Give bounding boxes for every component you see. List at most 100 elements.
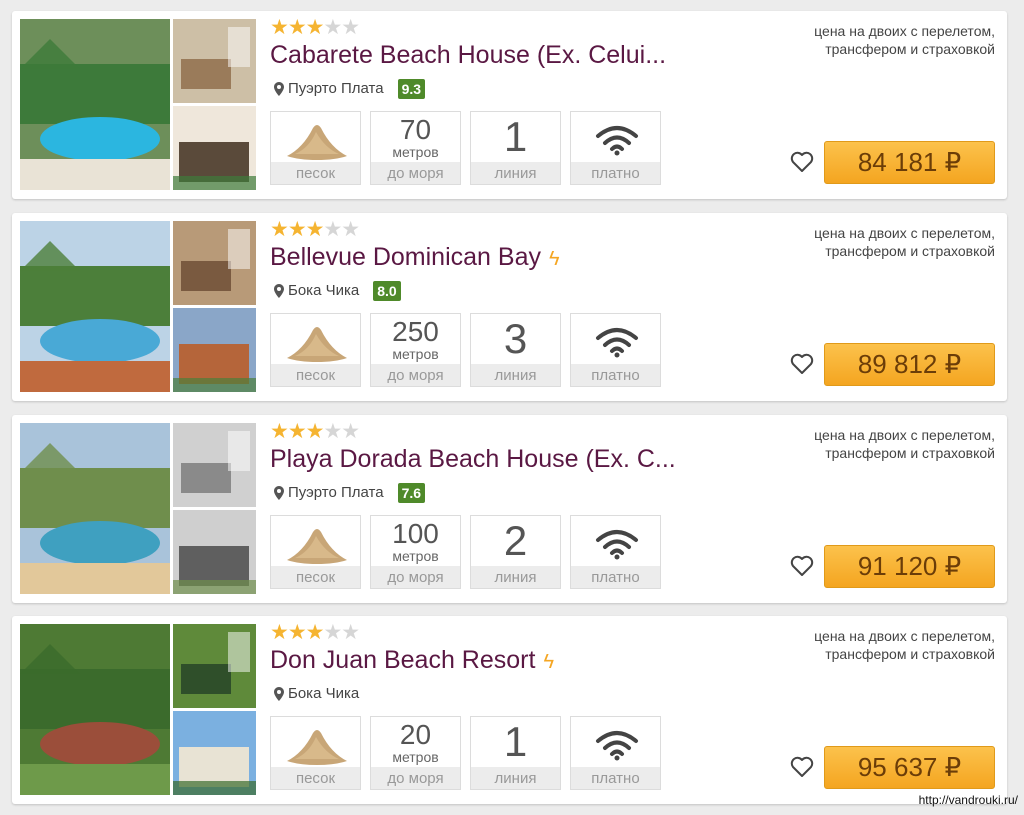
star-rating: ★★★★★ <box>270 218 360 241</box>
price-note: цена на двоих с перелетом, трансфером и … <box>775 627 995 663</box>
hotel-photo-main[interactable] <box>20 423 170 594</box>
feature-wifi: платно <box>570 313 661 387</box>
feature-wifi: платно <box>570 111 661 185</box>
pin-icon <box>274 486 284 500</box>
feature-caption: платно <box>571 767 660 789</box>
price-button[interactable]: 84 181 ₽ <box>824 141 995 184</box>
star-rating: ★★★★★ <box>270 420 360 443</box>
wifi-icon <box>596 530 638 560</box>
rating-badge: 8.0 <box>373 281 401 301</box>
hotel-name[interactable]: Playa Dorada Beach House (Ex. C... <box>270 445 676 473</box>
price-note-line: трансфером и страховкой <box>825 243 995 259</box>
footer-url: http://vandrouki.ru/ <box>918 793 1018 807</box>
price-note-line: трансфером и страховкой <box>825 646 995 662</box>
feature-distance: 250 метров до моря <box>370 313 461 387</box>
wifi-icon <box>596 731 638 761</box>
sand-icon <box>287 327 347 362</box>
feature-distance: 20 метров до моря <box>370 716 461 790</box>
hotel-photo-main[interactable] <box>20 19 170 190</box>
hotel-photo-main[interactable] <box>20 624 170 795</box>
sand-icon <box>287 125 347 160</box>
hotel-name-link[interactable]: Cabarete Beach House (Ex. Celui... <box>270 40 700 70</box>
feature-caption: платно <box>571 162 660 184</box>
bolt-icon: ϟ <box>543 651 555 673</box>
hotel-name-link[interactable]: Playa Dorada Beach House (Ex. C... <box>270 444 700 474</box>
stars-empty: ★★ <box>323 621 360 644</box>
location-name: Бока Чика <box>288 685 360 702</box>
hotel-card: ★★★★★ Playa Dorada Beach House (Ex. C...… <box>12 415 1007 603</box>
feature-caption: песок <box>271 162 360 184</box>
hotel-card: ★★★★★ Bellevue Dominican Bay ϟ Бока Чика … <box>12 213 1007 401</box>
feature-caption: до моря <box>371 162 460 184</box>
heart-icon[interactable] <box>790 353 814 375</box>
feature-caption: платно <box>571 364 660 386</box>
feature-caption: песок <box>271 364 360 386</box>
hotel-photo-thumb[interactable] <box>173 221 256 305</box>
distance-value: 70 <box>399 114 432 145</box>
stars-filled: ★★★ <box>270 420 324 443</box>
hotel-name[interactable]: Don Juan Beach Resort <box>270 646 535 674</box>
distance-unit: метров <box>392 346 439 362</box>
stars-empty: ★★ <box>323 218 360 241</box>
feature-line: 2 линия <box>470 515 561 589</box>
heart-icon[interactable] <box>790 151 814 173</box>
heart-icon[interactable] <box>790 756 814 778</box>
hotel-location: Бока Чика <box>274 684 359 704</box>
feature-beach: песок <box>270 313 361 387</box>
price-note-line: цена на двоих с перелетом, <box>814 427 995 443</box>
hotel-photo-thumb[interactable] <box>173 106 256 190</box>
price-button[interactable]: 91 120 ₽ <box>824 545 995 588</box>
hotel-location: Бока Чика 8.0 <box>274 281 401 301</box>
distance-value: 250 <box>392 316 439 347</box>
sand-icon <box>287 529 347 564</box>
star-rating: ★★★★★ <box>270 16 360 39</box>
stars-empty: ★★ <box>323 420 360 443</box>
line-value: 1 <box>503 113 528 160</box>
distance-value: 20 <box>399 719 432 750</box>
feature-beach: песок <box>270 515 361 589</box>
feature-caption: линия <box>471 566 560 588</box>
rating-badge: 9.3 <box>397 79 426 99</box>
feature-line: 3 линия <box>470 313 561 387</box>
feature-caption: песок <box>271 566 360 588</box>
distance-unit: метров <box>392 144 439 160</box>
price-note-line: цена на двоих с перелетом, <box>814 23 995 39</box>
pin-icon <box>274 82 284 96</box>
feature-caption: песок <box>271 767 360 789</box>
location-name: Пуэрто Плата <box>288 484 384 501</box>
feature-distance: 70 метров до моря <box>370 111 461 185</box>
feature-wifi: платно <box>570 515 661 589</box>
feature-distance: 100 метров до моря <box>370 515 461 589</box>
distance-unit: метров <box>392 749 439 765</box>
wifi-icon <box>596 328 638 358</box>
hotel-name[interactable]: Bellevue Dominican Bay <box>270 243 541 271</box>
hotel-photo-thumb[interactable] <box>173 510 256 594</box>
price-button[interactable]: 95 637 ₽ <box>824 746 995 789</box>
hotel-name-link[interactable]: Bellevue Dominican Bay ϟ <box>270 242 700 274</box>
heart-icon[interactable] <box>790 555 814 577</box>
hotel-photo-thumb[interactable] <box>173 19 256 103</box>
price-note: цена на двоих с перелетом, трансфером и … <box>775 22 995 58</box>
hotel-name[interactable]: Cabarete Beach House (Ex. Celui... <box>270 41 666 69</box>
feature-caption: до моря <box>371 566 460 588</box>
line-value: 2 <box>503 517 528 564</box>
hotel-card: ★★★★★ Don Juan Beach Resort ϟ Бока Чика п… <box>12 616 1007 804</box>
feature-caption: линия <box>471 364 560 386</box>
hotel-photo-thumb[interactable] <box>173 711 256 795</box>
location-name: Бока Чика <box>288 282 360 299</box>
hotel-photo-main[interactable] <box>20 221 170 392</box>
feature-caption: до моря <box>371 364 460 386</box>
feature-wifi: платно <box>570 716 661 790</box>
feature-line: 1 линия <box>470 716 561 790</box>
feature-line: 1 линия <box>470 111 561 185</box>
pin-icon <box>274 284 284 298</box>
stars-filled: ★★★ <box>270 16 324 39</box>
price-note: цена на двоих с перелетом, трансфером и … <box>775 224 995 260</box>
line-value: 1 <box>503 718 528 765</box>
hotel-photo-thumb[interactable] <box>173 308 256 392</box>
hotel-photo-thumb[interactable] <box>173 624 256 708</box>
price-button[interactable]: 89 812 ₽ <box>824 343 995 386</box>
hotel-photo-thumb[interactable] <box>173 423 256 507</box>
feature-beach: песок <box>270 111 361 185</box>
hotel-name-link[interactable]: Don Juan Beach Resort ϟ <box>270 645 700 677</box>
